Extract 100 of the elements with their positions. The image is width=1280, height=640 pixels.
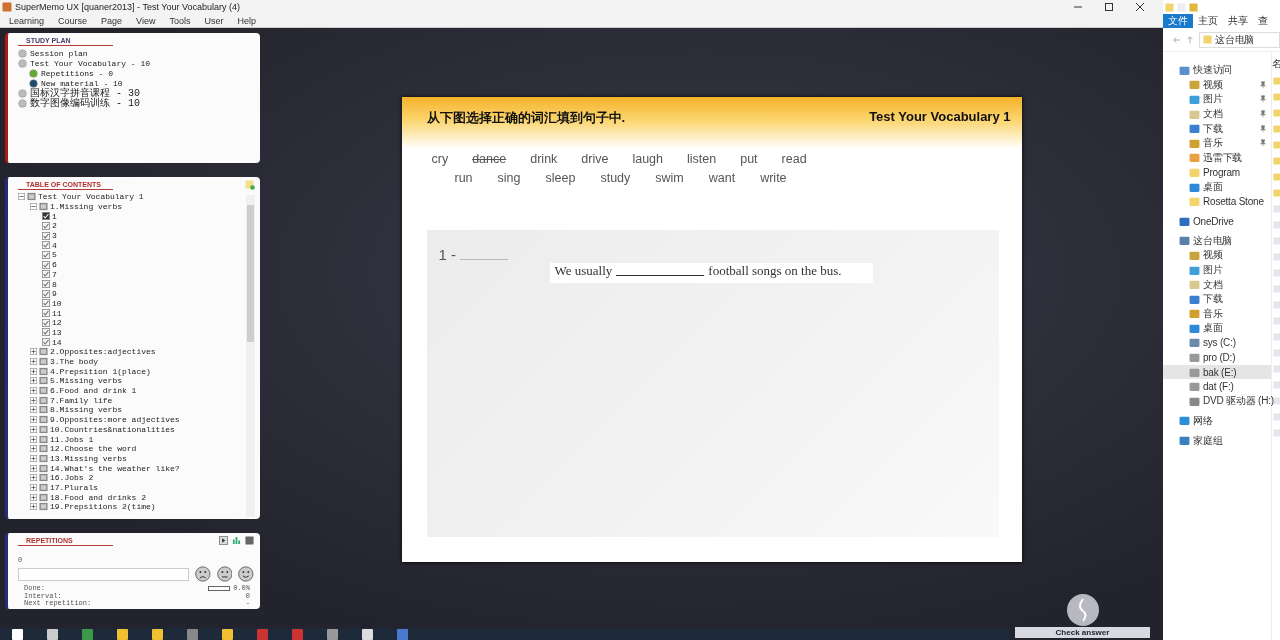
word-option[interactable]: laugh <box>632 151 663 166</box>
address-field[interactable]: 这台电脑 <box>1199 31 1280 48</box>
taskbar-icon[interactable] <box>12 628 23 640</box>
taskbar-icon[interactable] <box>152 628 163 640</box>
word-option[interactable]: drink <box>530 151 558 166</box>
tree-item[interactable]: 14.What's the weather like? <box>50 463 180 473</box>
tree-item[interactable]: 9.Opposites:more adjectives <box>50 415 180 425</box>
tree-item[interactable]: 8 <box>52 279 57 289</box>
add-note-icon[interactable] <box>245 180 255 190</box>
word-option[interactable]: want <box>708 170 736 185</box>
nav-item[interactable]: pro (D:) <box>1203 352 1236 364</box>
nav-item[interactable]: DVD 驱动器 (H:) <box>1203 394 1274 409</box>
tree-item[interactable]: 10 <box>52 298 62 308</box>
menu-item[interactable]: Help <box>237 15 256 26</box>
taskbar-icon[interactable] <box>117 628 128 640</box>
scrollbar[interactable] <box>246 195 255 517</box>
plan-item[interactable]: Repetitions - 0 <box>41 68 113 78</box>
pin-icon[interactable] <box>1259 139 1267 148</box>
nav-item[interactable]: 下载 <box>1203 121 1223 136</box>
nav-item[interactable]: 音乐 <box>1203 136 1223 151</box>
tree-item[interactable]: 8.Missing verbs <box>50 405 122 415</box>
taskbar-icon[interactable] <box>222 628 233 640</box>
word-option[interactable]: sing <box>497 170 521 185</box>
menu-item[interactable]: Page <box>101 15 123 26</box>
tree-item[interactable]: 11.Jobs 1 <box>50 434 94 444</box>
maximize-icon[interactable] <box>1104 2 1114 12</box>
nav-item[interactable]: 桌面 <box>1203 321 1223 336</box>
tree-item[interactable]: 19.Prepsitions 2(time) <box>50 502 156 512</box>
tree-item[interactable]: 12.Choose the word <box>50 444 137 454</box>
word-option[interactable]: study <box>600 170 631 185</box>
menu-item[interactable]: User <box>204 15 224 26</box>
pin-icon[interactable] <box>1259 124 1267 133</box>
nav-item[interactable]: Program <box>1203 166 1240 178</box>
neutral-face-icon[interactable] <box>216 566 233 582</box>
tree-item[interactable]: 3 <box>52 231 57 241</box>
nav-item[interactable]: 图片 <box>1203 263 1223 277</box>
word-option[interactable]: write <box>760 170 787 185</box>
tree-item[interactable]: 16.Jobs 2 <box>50 473 94 483</box>
tree-item[interactable]: 10.Countries&nationalities <box>50 424 175 434</box>
taskbar-icon[interactable] <box>362 628 373 640</box>
nav-item[interactable]: 下载 <box>1203 292 1223 307</box>
tree-item[interactable]: 6 <box>52 260 57 270</box>
tree-item[interactable]: 7.Family life <box>50 395 113 405</box>
plan-item[interactable]: Session plan <box>30 48 88 58</box>
nav-item[interactable]: sys (C:) <box>1203 337 1236 349</box>
tree-item[interactable]: 12 <box>52 318 62 328</box>
tree-item[interactable]: 14 <box>52 337 62 347</box>
tree-item[interactable]: 9 <box>52 289 57 299</box>
tree-item[interactable]: 17.Plurals <box>50 482 98 492</box>
tree-item[interactable]: 13.Missing verbs <box>50 453 127 463</box>
taskbar-icon[interactable] <box>47 628 58 640</box>
pin-icon[interactable] <box>1259 110 1267 119</box>
nav-item[interactable]: OneDrive <box>1193 215 1234 227</box>
tree-item[interactable]: 1.Missing verbs <box>50 202 122 212</box>
word-option[interactable]: listen <box>687 151 717 166</box>
check-answer-button[interactable]: Check answer <box>1015 593 1150 638</box>
nav-item[interactable]: 文档 <box>1203 277 1223 292</box>
menu-item[interactable]: View <box>136 15 156 26</box>
menu-item[interactable]: Learning <box>9 15 45 26</box>
nav-item[interactable]: 视频 <box>1203 248 1223 263</box>
nav-item[interactable]: 迅雷下载 <box>1203 150 1243 165</box>
tree-item[interactable]: 7 <box>52 269 57 279</box>
nav-item[interactable]: dat (F:) <box>1203 381 1234 393</box>
nav-item[interactable]: 家庭组 <box>1193 433 1223 448</box>
close-icon[interactable] <box>1135 2 1145 12</box>
tree-item[interactable]: 5 <box>52 250 57 260</box>
ribbon-tab[interactable]: 主页 <box>1193 14 1223 28</box>
nav-item[interactable]: 网络 <box>1193 413 1213 428</box>
tree-item[interactable]: 4 <box>52 240 57 250</box>
word-option[interactable]: dance <box>472 151 507 166</box>
column-header[interactable]: 名 <box>1272 57 1280 71</box>
plan-item[interactable]: New material - 10 <box>41 78 123 88</box>
answer-field[interactable] <box>18 567 189 581</box>
smiley-face-icon[interactable] <box>238 566 254 582</box>
tree-item[interactable]: 3.The body <box>50 357 98 367</box>
word-option[interactable]: read <box>781 151 807 166</box>
word-option[interactable]: put <box>740 151 758 166</box>
pin-icon[interactable] <box>1259 80 1267 89</box>
ribbon-tab[interactable]: 共享 <box>1223 14 1253 28</box>
nav-item[interactable]: 文档 <box>1203 107 1223 122</box>
tree-item[interactable]: 1 <box>52 211 57 221</box>
tree-item[interactable]: 11 <box>52 308 62 318</box>
nav-item[interactable]: 快速访问 <box>1193 63 1233 78</box>
nav-item[interactable]: Rosetta Stone <box>1203 196 1264 208</box>
pin-icon[interactable] <box>1259 95 1267 104</box>
word-option[interactable]: swim <box>655 170 684 185</box>
nav-item[interactable]: 音乐 <box>1203 306 1223 321</box>
tree-item[interactable]: 13 <box>52 327 62 337</box>
word-option[interactable]: run <box>454 170 473 185</box>
tree-item[interactable]: 5.Missing verbs <box>50 376 122 386</box>
sad-face-icon[interactable] <box>195 566 211 582</box>
tree-item[interactable]: 2 <box>52 221 57 231</box>
menu-item[interactable]: Tools <box>169 15 191 26</box>
tree-item[interactable]: 2.Opposites:adjectives <box>50 347 156 357</box>
word-option[interactable]: drive <box>581 151 609 166</box>
nav-item[interactable]: 图片 <box>1203 92 1223 107</box>
word-option[interactable]: sleep <box>545 170 576 185</box>
word-option[interactable]: cry <box>431 151 449 166</box>
nav-item[interactable]: 视频 <box>1203 77 1223 92</box>
plan-item[interactable]: Test Your Vocabulary - 10 <box>30 58 151 68</box>
